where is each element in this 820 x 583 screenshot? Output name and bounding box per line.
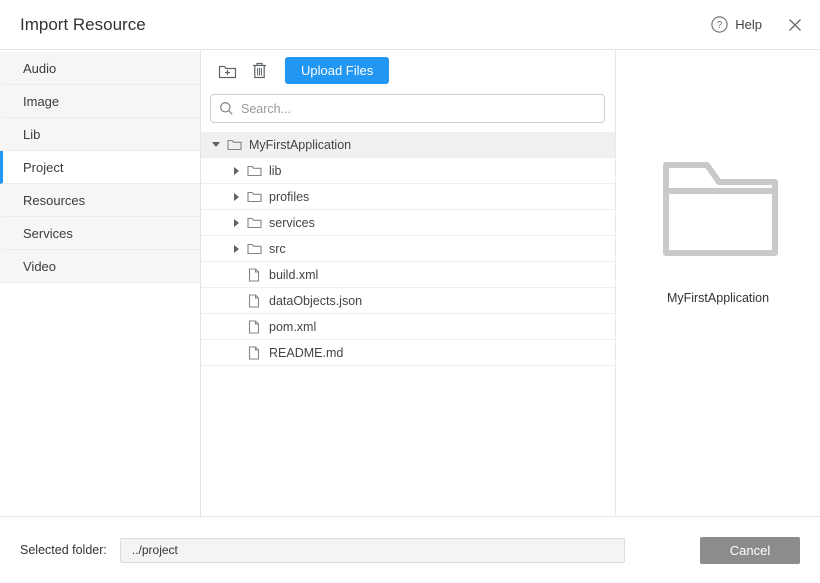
help-button[interactable]: ? Help	[711, 16, 762, 33]
folder-icon	[246, 241, 262, 257]
tree-item-dataobjects-json[interactable]: dataObjects.json	[201, 288, 615, 314]
sidebar-item-lib[interactable]: Lib	[0, 118, 200, 151]
folder-icon	[246, 215, 262, 231]
sidebar-item-services[interactable]: Services	[0, 217, 200, 250]
tree-item-profiles[interactable]: profiles	[201, 184, 615, 210]
sidebar-item-label: Lib	[23, 127, 40, 142]
category-sidebar: Audio Image Lib Project Resources Servic…	[0, 50, 201, 516]
folder-icon	[658, 162, 778, 256]
dialog-footer: Selected folder: Cancel	[0, 516, 820, 583]
tree-item-src[interactable]: src	[201, 236, 615, 262]
tree-item-label: README.md	[269, 346, 343, 360]
help-icon: ?	[711, 16, 728, 33]
caret-down-icon[interactable]	[209, 138, 223, 152]
close-icon	[788, 18, 802, 32]
preview-folder-name: MyFirstApplication	[667, 291, 769, 305]
svg-text:?: ?	[717, 20, 723, 31]
search-container	[210, 94, 605, 123]
sidebar-item-label: Project	[23, 160, 63, 175]
caret-right-icon[interactable]	[229, 164, 243, 178]
file-tree-panel: Upload Files MyFirstApplicati	[201, 50, 616, 516]
sidebar-item-project[interactable]: Project	[0, 151, 200, 184]
sidebar-item-video[interactable]: Video	[0, 250, 200, 283]
dialog-title: Import Resource	[20, 15, 146, 35]
sidebar-item-resources[interactable]: Resources	[0, 184, 200, 217]
caret-right-icon[interactable]	[229, 242, 243, 256]
sidebar-item-label: Resources	[23, 193, 85, 208]
dialog-body: Audio Image Lib Project Resources Servic…	[0, 50, 820, 516]
new-folder-button[interactable]	[213, 58, 241, 84]
caret-right-icon[interactable]	[229, 190, 243, 204]
file-icon	[246, 267, 262, 283]
folder-icon	[246, 163, 262, 179]
close-button[interactable]	[788, 18, 802, 32]
caret-spacer	[229, 320, 243, 334]
trash-icon	[252, 62, 267, 79]
sidebar-item-label: Video	[23, 259, 56, 274]
preview-panel: MyFirstApplication	[616, 50, 820, 516]
folder-icon	[226, 137, 242, 153]
tree-item-pom-xml[interactable]: pom.xml	[201, 314, 615, 340]
tree-item-build-xml[interactable]: build.xml	[201, 262, 615, 288]
tree-item-label: src	[269, 242, 286, 256]
file-icon	[246, 293, 262, 309]
tree-item-myfirstapplication[interactable]: MyFirstApplication	[201, 132, 615, 158]
tree-item-label: profiles	[269, 190, 309, 204]
tree-item-label: dataObjects.json	[269, 294, 362, 308]
tree-item-label: lib	[269, 164, 282, 178]
tree-item-services[interactable]: services	[201, 210, 615, 236]
caret-right-icon[interactable]	[229, 216, 243, 230]
sidebar-item-audio[interactable]: Audio	[0, 52, 200, 85]
file-tree: MyFirstApplication lib profiles	[201, 132, 615, 516]
header-actions: ? Help	[711, 16, 802, 33]
caret-spacer	[229, 346, 243, 360]
cancel-button[interactable]: Cancel	[700, 537, 800, 564]
caret-spacer	[229, 294, 243, 308]
tree-item-lib[interactable]: lib	[201, 158, 615, 184]
upload-files-button[interactable]: Upload Files	[285, 57, 389, 84]
tree-item-label: build.xml	[269, 268, 318, 282]
folder-icon	[246, 189, 262, 205]
tree-toolbar: Upload Files	[201, 50, 615, 90]
help-label: Help	[735, 17, 762, 32]
selected-folder-label: Selected folder:	[20, 543, 107, 557]
sidebar-item-label: Services	[23, 226, 73, 241]
tree-item-label: MyFirstApplication	[249, 138, 351, 152]
selected-folder-input[interactable]	[120, 538, 625, 563]
folder-plus-icon	[218, 63, 237, 79]
sidebar-item-label: Image	[23, 94, 59, 109]
delete-button[interactable]	[245, 58, 273, 84]
tree-item-readme-md[interactable]: README.md	[201, 340, 615, 366]
file-icon	[246, 345, 262, 361]
sidebar-item-label: Audio	[23, 61, 56, 76]
import-resource-dialog: Import Resource ? Help	[0, 0, 820, 583]
search-input[interactable]	[210, 94, 605, 123]
tree-item-label: services	[269, 216, 315, 230]
tree-item-label: pom.xml	[269, 320, 316, 334]
caret-spacer	[229, 268, 243, 282]
file-icon	[246, 319, 262, 335]
dialog-header: Import Resource ? Help	[0, 0, 820, 50]
sidebar-item-image[interactable]: Image	[0, 85, 200, 118]
